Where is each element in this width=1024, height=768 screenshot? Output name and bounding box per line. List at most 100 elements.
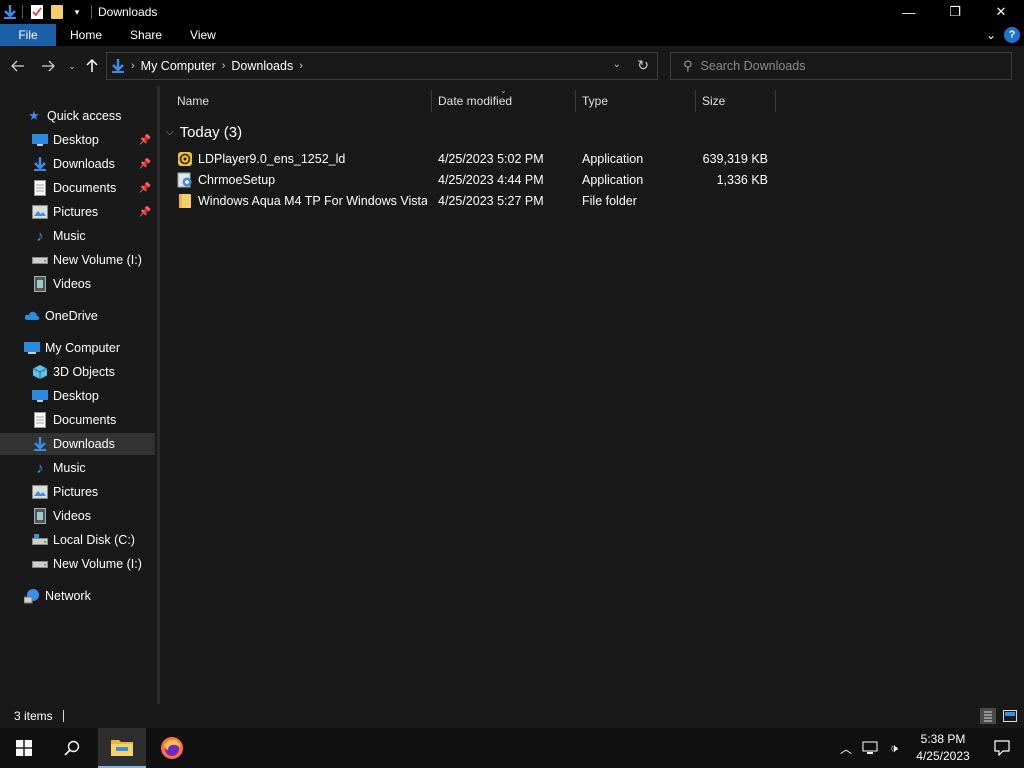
file-row[interactable]: ChrmoeSetup 4/25/2023 4:44 PM Applicatio… [160, 169, 1024, 190]
close-button[interactable]: ✕ [978, 0, 1024, 24]
column-header-name[interactable]: Name [177, 86, 431, 116]
column-header-date[interactable]: Date modified [438, 86, 574, 116]
nav-qa-new-volume[interactable]: New Volume (I:) [0, 249, 155, 271]
nav-music[interactable]: ♪ Music [0, 457, 155, 479]
nav-label: Pictures [53, 205, 99, 219]
breadcrumb-separator[interactable]: › [131, 60, 135, 72]
nav-network[interactable]: Network [0, 585, 155, 607]
file-row[interactable]: Windows Aqua M4 TP For Windows Vista... … [160, 190, 1024, 211]
column-divider[interactable] [775, 90, 776, 112]
notification-center-button[interactable] [980, 728, 1024, 768]
nav-qa-music[interactable]: ♪ Music [0, 225, 155, 247]
forward-button[interactable] [38, 56, 58, 76]
windows-logo-icon [16, 740, 32, 756]
column-divider[interactable] [575, 90, 576, 112]
nav-qa-downloads[interactable]: Downloads 📌 [0, 153, 155, 175]
column-divider[interactable] [695, 90, 696, 112]
downloads-icon[interactable] [2, 4, 18, 20]
taskbar: ︿ 🕩 5:38 PM 4/25/2023 [0, 728, 1024, 768]
file-name: LDPlayer9.0_ens_1252_ld [198, 151, 346, 166]
details-view-icon[interactable] [980, 708, 996, 724]
file-date: 4/25/2023 4:44 PM [438, 172, 544, 187]
tab-view[interactable]: View [176, 24, 230, 46]
back-button[interactable] [8, 56, 28, 76]
large-icons-view-icon[interactable] [1002, 708, 1018, 724]
navigation-pane: ★ Quick access Desktop 📌 Downloads 📌 Doc… [0, 86, 157, 704]
nav-my-computer[interactable]: My Computer [0, 337, 155, 359]
tab-file[interactable]: File [0, 24, 56, 46]
nav-desktop[interactable]: Desktop [0, 385, 155, 407]
recent-locations-button[interactable]: ⌄ [62, 56, 82, 76]
firefox-icon [161, 737, 183, 759]
chevron-down-icon[interactable]: ⌄ [986, 28, 996, 42]
nav-qa-videos[interactable]: Videos [0, 273, 155, 295]
properties-icon[interactable] [29, 4, 45, 20]
desktop-icon [32, 388, 48, 404]
file-row[interactable]: LDPlayer9.0_ens_1252_ld 4/25/2023 5:02 P… [160, 148, 1024, 169]
pin-icon: 📌 [138, 158, 151, 170]
nav-downloads[interactable]: Downloads [0, 433, 155, 455]
breadcrumb-separator[interactable]: › [222, 60, 226, 72]
nav-documents[interactable]: Documents [0, 409, 155, 431]
customize-chevron-icon[interactable]: ▾ [69, 4, 85, 20]
desktop-icon [32, 132, 48, 148]
column-header-size[interactable]: Size [702, 86, 774, 116]
column-divider[interactable] [431, 90, 432, 112]
refresh-icon[interactable]: ↻ [637, 57, 649, 74]
column-header-label: Name [177, 94, 210, 108]
item-count: 3 items [14, 709, 53, 723]
breadcrumb-downloads[interactable]: Downloads [231, 59, 293, 73]
file-explorer-taskbar-button[interactable] [98, 728, 146, 768]
downloads-icon [32, 436, 48, 452]
pin-icon: 📌 [138, 182, 151, 194]
up-button[interactable] [82, 56, 102, 76]
volume-icon[interactable]: 🕩 [882, 728, 906, 768]
nav-label: Network [45, 589, 91, 603]
search-button[interactable] [48, 728, 96, 768]
address-bar[interactable]: › My Computer › Downloads › ⌄ ↻ [106, 52, 658, 80]
clock[interactable]: 5:38 PM 4/25/2023 [906, 731, 980, 765]
up-arrow-icon [86, 59, 98, 72]
nav-qa-pictures[interactable]: Pictures 📌 [0, 201, 155, 223]
nav-3d-objects[interactable]: 3D Objects [0, 361, 155, 383]
network-status-icon[interactable] [858, 728, 882, 768]
help-icon[interactable]: ? [1004, 27, 1020, 43]
search-box[interactable]: ⚲ [670, 52, 1012, 80]
nav-quick-access[interactable]: ★ Quick access [0, 105, 155, 127]
file-name-cell: ChrmoeSetup [177, 169, 427, 190]
nav-qa-documents[interactable]: Documents 📌 [0, 177, 155, 199]
nav-label: Documents [53, 413, 117, 427]
system-tray: ︿ 🕩 5:38 PM 4/25/2023 [834, 728, 1024, 768]
nav-qa-desktop[interactable]: Desktop 📌 [0, 129, 155, 151]
tab-home[interactable]: Home [56, 24, 116, 46]
nav-new-volume[interactable]: New Volume (I:) [0, 553, 155, 575]
quick-access-toolbar: ▾ Downloads [0, 0, 157, 24]
search-input[interactable] [700, 59, 1001, 73]
start-button[interactable] [0, 728, 48, 768]
show-hidden-icons-chevron-icon[interactable]: ︿ [834, 728, 858, 768]
column-header-label: Type [582, 94, 609, 108]
tab-share[interactable]: Share [116, 24, 176, 46]
file-explorer-icon [111, 740, 133, 756]
breadcrumb-my-computer[interactable]: My Computer [141, 59, 216, 73]
nav-onedrive[interactable]: OneDrive [0, 305, 155, 327]
nav-label: Music [53, 229, 86, 243]
nav-pictures[interactable]: Pictures [0, 481, 155, 503]
breadcrumb-separator[interactable]: › [299, 60, 303, 72]
pictures-icon [32, 204, 48, 220]
title-bar: ▾ Downloads — ❐ ✕ [0, 0, 1024, 24]
group-header-today[interactable]: ⌵ Today (3) [166, 124, 242, 141]
new-folder-icon[interactable] [49, 4, 65, 20]
file-name-cell: Windows Aqua M4 TP For Windows Vista... [177, 190, 427, 211]
column-header-type[interactable]: Type [582, 86, 694, 116]
file-name-cell: LDPlayer9.0_ens_1252_ld [177, 148, 427, 169]
nav-label: Music [53, 461, 86, 475]
file-date: 4/25/2023 5:02 PM [438, 151, 544, 166]
address-history-chevron-icon[interactable]: ⌄ [613, 59, 621, 70]
minimize-button[interactable]: — [886, 0, 932, 24]
nav-local-disk[interactable]: Local Disk (C:) [0, 529, 155, 551]
firefox-taskbar-button[interactable] [148, 728, 196, 768]
maximize-button[interactable]: ❐ [932, 0, 978, 24]
drive-icon [32, 556, 48, 572]
nav-videos[interactable]: Videos [0, 505, 155, 527]
